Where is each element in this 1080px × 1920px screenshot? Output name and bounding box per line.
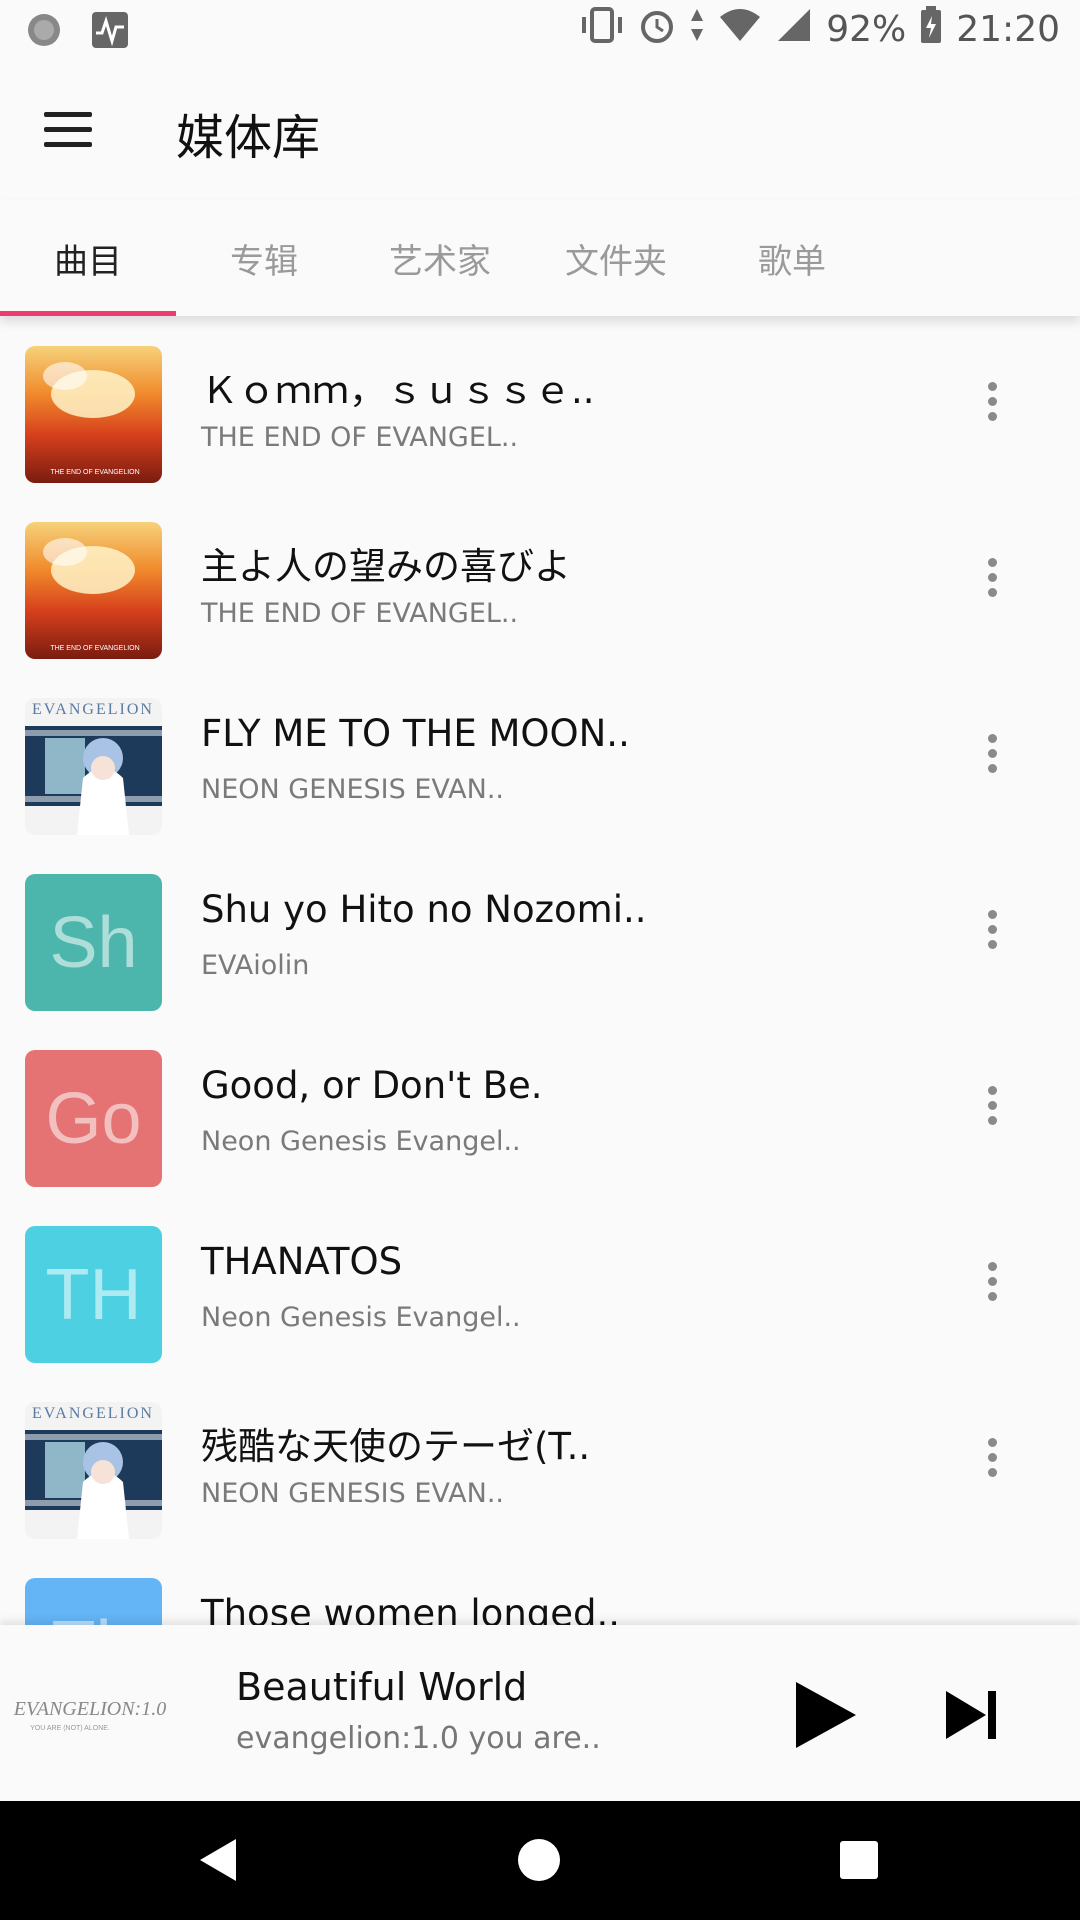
tab-bar: 曲目 专辑 艺术家 文件夹 歌单 [0,200,1080,316]
battery-percent: 92% [826,9,907,50]
song-title: FLY ME TO THE MOON.. [201,712,630,755]
more-options-icon[interactable] [974,728,1010,788]
notification-circle-icon [24,10,64,50]
song-title: Shu yo Hito no Nozomi.. [201,888,647,931]
letter-avatar: TH [25,1226,162,1363]
more-options-icon[interactable] [974,904,1010,964]
app-bar: 媒体库 [0,60,1080,200]
tab-indicator [0,311,176,316]
now-playing-bar[interactable]: EVANGELION:1.0 YOU ARE (NOT) ALONE. Beau… [0,1625,1080,1801]
wifi-icon [718,7,762,52]
list-item[interactable]: EVANGELION FLY ME TO THE MOON.. NEON GEN… [0,668,1080,844]
song-title: Those women longed.. [201,1592,621,1625]
list-item[interactable]: THE END OF EVANGELION 主よ人の望みの喜びよ THE END… [0,492,1080,668]
list-item[interactable]: Go Good, or Don't Be. Neon Genesis Evang… [0,1020,1080,1196]
svg-text:EVANGELION: EVANGELION [32,1405,154,1422]
letter-avatar: Go [25,1050,162,1187]
list-item[interactable]: Sh Shu yo Hito no Nozomi.. EVAiolin [0,844,1080,1020]
list-item[interactable]: THE END OF EVANGELION Ｋｏｍｍ，ｓｕｓｓｅ.. THE E… [0,316,1080,492]
song-list[interactable]: THE END OF EVANGELION Ｋｏｍｍ，ｓｕｓｓｅ.. THE E… [0,316,1080,1625]
activity-monitor-icon [90,10,130,50]
cell-signal-icon [776,7,812,52]
tab-playlists[interactable]: 歌单 [704,200,880,316]
more-options-icon[interactable] [974,552,1010,612]
vibrate-icon [580,7,624,52]
alarm-icon [638,6,676,53]
tab-artists[interactable]: 艺术家 [352,200,528,316]
home-icon[interactable] [518,1839,560,1881]
svg-text:THE END OF EVANGELION: THE END OF EVANGELION [50,469,139,476]
song-artist: THE END OF EVANGEL.. [201,598,519,629]
song-title: 主よ人の望みの喜びよ [201,545,571,588]
album-art: THE END OF EVANGELION [25,346,162,483]
song-artist: NEON GENESIS EVAN.. [201,774,504,805]
song-artist: THE END OF EVANGEL.. [201,422,519,453]
album-art: EVANGELION [25,698,162,835]
now-playing-title: Beautiful World [236,1665,528,1709]
more-options-icon[interactable] [974,376,1010,436]
now-playing-subtitle: evangelion:1.0 you are.. [236,1721,601,1756]
svg-text:YOU ARE (NOT) ALONE.: YOU ARE (NOT) ALONE. [30,1725,110,1732]
song-artist: Neon Genesis Evangel.. [201,1126,521,1157]
now-playing-art: EVANGELION:1.0 YOU ARE (NOT) ALONE. [10,1655,170,1775]
more-options-icon[interactable] [974,1256,1010,1316]
song-title: 残酷な天使のテーゼ(T.. [201,1425,591,1468]
play-icon[interactable] [790,1680,860,1750]
song-artist: EVAiolin [201,950,310,981]
song-title: THANATOS [201,1240,403,1283]
hamburger-menu-icon[interactable] [44,112,92,148]
tab-tracks[interactable]: 曲目 [0,200,176,316]
status-bar: 92% 21:20 [0,0,1080,60]
back-icon[interactable] [196,1837,240,1887]
more-options-icon[interactable] [974,1080,1010,1140]
song-title: Good, or Don't Be. [201,1064,543,1107]
list-item[interactable]: Th Those women longed.. [0,1548,1080,1625]
tab-folders[interactable]: 文件夹 [528,200,704,316]
battery-icon [920,6,942,53]
tab-albums[interactable]: 专辑 [176,200,352,316]
page-title: 媒体库 [176,110,321,166]
svg-text:EVANGELION: EVANGELION [32,701,154,718]
recents-icon[interactable] [840,1841,878,1879]
list-item[interactable]: TH THANATOS Neon Genesis Evangel.. [0,1196,1080,1372]
skip-next-icon[interactable] [942,1685,1002,1745]
list-item[interactable]: EVANGELION 残酷な天使のテーゼ(T.. NEON GENESIS EV… [0,1372,1080,1548]
svg-text:THE END OF EVANGELION: THE END OF EVANGELION [50,645,139,652]
letter-avatar: Sh [25,874,162,1011]
system-nav-bar [0,1801,1080,1920]
letter-avatar: Th [25,1578,162,1625]
song-artist: Neon Genesis Evangel.. [201,1302,521,1333]
more-options-icon[interactable] [974,1432,1010,1492]
data-arrows-icon [690,7,704,52]
album-art: EVANGELION [25,1402,162,1539]
svg-text:EVANGELION:1.0: EVANGELION:1.0 [13,1698,166,1720]
song-artist: NEON GENESIS EVAN.. [201,1478,504,1509]
album-art: THE END OF EVANGELION [25,522,162,659]
song-title: Ｋｏｍｍ，ｓｕｓｓｅ.. [201,369,595,412]
clock-time: 21:20 [956,9,1060,50]
